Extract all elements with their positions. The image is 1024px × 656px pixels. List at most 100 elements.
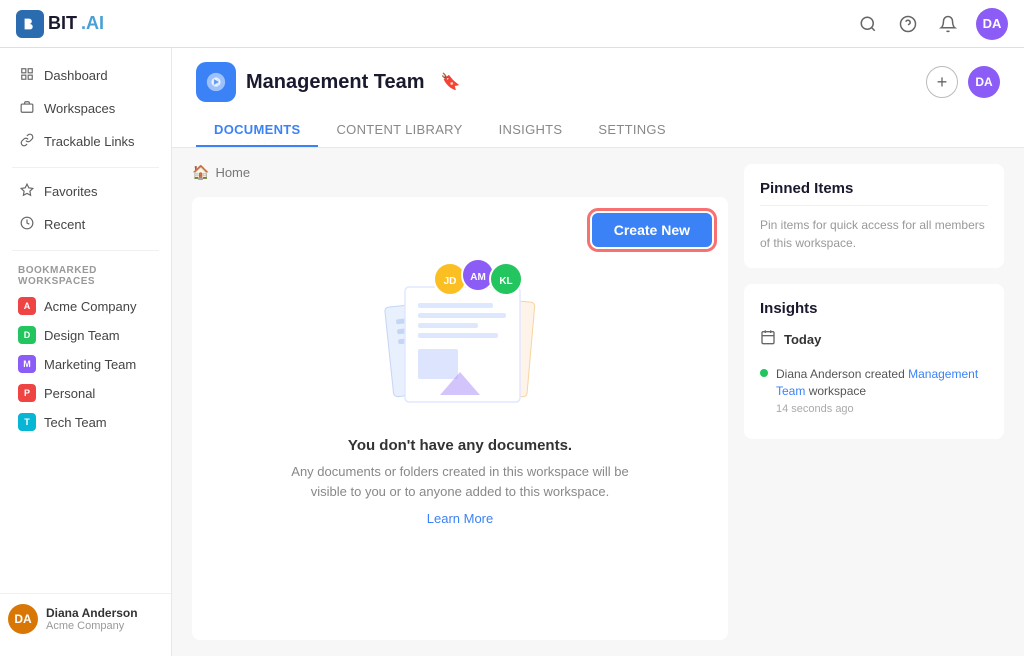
star-icon — [18, 183, 36, 200]
insights-today-section: Today — [760, 329, 988, 350]
acme-badge: A — [18, 297, 36, 315]
documents-main-card: Create New — [192, 197, 728, 640]
tabs: DOCUMENTS CONTENT LIBRARY INSIGHTS SETTI… — [196, 114, 1000, 147]
user-avatar-topbar[interactable]: DA — [976, 8, 1008, 40]
calendar-icon — [760, 329, 776, 350]
app-logo[interactable]: BIT.AI — [16, 10, 104, 38]
sidebar-dashboard-label: Dashboard — [44, 68, 108, 83]
logo-icon — [16, 10, 44, 38]
search-icon[interactable] — [856, 12, 880, 36]
bell-icon[interactable] — [936, 12, 960, 36]
marketing-label: Marketing Team — [44, 357, 136, 372]
sidebar-favorites-label: Favorites — [44, 184, 97, 199]
sidebar: Dashboard Workspaces Trackable Links — [0, 48, 172, 656]
right-panel: Pinned Items Pin items for quick access … — [744, 164, 1004, 640]
sidebar-user-info: Diana Anderson Acme Company — [46, 606, 138, 632]
sidebar-user-avatar: DA — [8, 604, 38, 634]
acme-label: Acme Company — [44, 299, 136, 314]
tab-documents[interactable]: DOCUMENTS — [196, 114, 318, 147]
link-icon — [18, 133, 36, 150]
home-icon: 🏠 — [192, 164, 209, 181]
sidebar-user-name: Diana Anderson — [46, 606, 138, 620]
learn-more-link[interactable]: Learn More — [427, 511, 493, 526]
breadcrumb: 🏠 Home — [192, 164, 728, 181]
pinned-empty-text: Pin items for quick access for all membe… — [760, 216, 988, 252]
pinned-items-card: Pinned Items Pin items for quick access … — [744, 164, 1004, 268]
content-area: Management Team 🔖 + DA DOCUMENTS CONTENT… — [172, 48, 1024, 656]
sidebar-workspaces-label: Workspaces — [44, 101, 115, 116]
activity-text: Diana Anderson created Management Team w… — [776, 366, 988, 417]
logo-ai-text: .AI — [81, 13, 104, 34]
design-badge: D — [18, 326, 36, 344]
breadcrumb-home-label: Home — [215, 165, 250, 180]
topbar: BIT.AI DA — [0, 0, 1024, 48]
page-body: 🏠 Home Create New — [172, 148, 1024, 656]
tab-settings[interactable]: SETTINGS — [580, 114, 683, 147]
pinned-divider — [760, 205, 988, 206]
documents-panel: 🏠 Home Create New — [192, 164, 728, 640]
briefcase-icon — [18, 100, 36, 117]
workspace-title-row: Management Team 🔖 + DA — [196, 62, 1000, 102]
activity-dot — [760, 369, 768, 377]
bookmarked-personal[interactable]: P Personal — [8, 379, 163, 407]
marketing-badge: M — [18, 355, 36, 373]
pinned-title: Pinned Items — [760, 180, 988, 197]
bookmarked-workspaces-list: A Acme Company D Design Team M Marketing… — [0, 291, 171, 437]
workspace-header-actions: + DA — [926, 66, 1000, 98]
svg-text:KL: KL — [499, 276, 512, 287]
personal-badge: P — [18, 384, 36, 402]
sidebar-nav: Dashboard Workspaces Trackable Links — [0, 60, 171, 159]
personal-label: Personal — [44, 386, 95, 401]
topbar-actions: DA — [856, 8, 1008, 40]
sidebar-item-favorites[interactable]: Favorites — [8, 176, 163, 207]
sidebar-item-trackable-links[interactable]: Trackable Links — [8, 126, 163, 157]
sidebar-footer[interactable]: DA Diana Anderson Acme Company — [0, 593, 171, 644]
bookmarked-section-label: BOOKMARKED WORKSPACES — [0, 259, 171, 291]
svg-text:AM: AM — [470, 272, 486, 283]
insights-today-label: Today — [784, 332, 821, 347]
insights-card: Insights Today Diana Anderson created Ma… — [744, 284, 1004, 439]
help-icon[interactable] — [896, 12, 920, 36]
workspace-bookmark-icon[interactable]: 🔖 — [441, 72, 461, 92]
activity-item-0: Diana Anderson created Management Team w… — [760, 360, 988, 423]
bookmarked-marketing[interactable]: M Marketing Team — [8, 350, 163, 378]
sidebar-user-company: Acme Company — [46, 620, 138, 632]
activity-suffix-text: workspace — [809, 384, 866, 398]
workspace-name: Management Team — [246, 71, 425, 94]
workspace-title-left: Management Team 🔖 — [196, 62, 461, 102]
add-member-button[interactable]: + — [926, 66, 958, 98]
activity-user: Diana Anderson — [776, 367, 861, 381]
activity-action: created — [865, 367, 908, 381]
sidebar-item-dashboard[interactable]: Dashboard — [8, 60, 163, 91]
clock-icon — [18, 216, 36, 233]
sidebar-recent-label: Recent — [44, 217, 85, 232]
workspace-header: Management Team 🔖 + DA DOCUMENTS CONTENT… — [172, 48, 1024, 148]
svg-text:JD: JD — [444, 276, 457, 287]
create-new-btn-area: Create New — [592, 213, 712, 247]
insights-title: Insights — [760, 300, 988, 317]
bookmarked-tech[interactable]: T Tech Team — [8, 408, 163, 436]
tech-label: Tech Team — [44, 415, 107, 430]
workspace-icon — [196, 62, 236, 102]
empty-title: You don't have any documents. — [348, 437, 572, 454]
empty-illustration: JD AM KL — [360, 257, 560, 417]
sidebar-secondary-nav: Favorites Recent — [0, 176, 171, 242]
empty-description: Any documents or folders created in this… — [290, 462, 630, 501]
create-new-button[interactable]: Create New — [592, 213, 712, 247]
bookmarked-design[interactable]: D Design Team — [8, 321, 163, 349]
tab-content-library[interactable]: CONTENT LIBRARY — [318, 114, 480, 147]
sidebar-trackable-label: Trackable Links — [44, 134, 135, 149]
sidebar-divider-1 — [12, 167, 159, 168]
bookmarked-acme[interactable]: A Acme Company — [8, 292, 163, 320]
sidebar-item-workspaces[interactable]: Workspaces — [8, 93, 163, 124]
workspace-user-avatar[interactable]: DA — [968, 66, 1000, 98]
sidebar-divider-2 — [12, 250, 159, 251]
tech-badge: T — [18, 413, 36, 431]
design-label: Design Team — [44, 328, 120, 343]
main-layout: Dashboard Workspaces Trackable Links — [0, 48, 1024, 656]
activity-time: 14 seconds ago — [776, 402, 988, 417]
sidebar-item-recent[interactable]: Recent — [8, 209, 163, 240]
tab-insights[interactable]: INSIGHTS — [481, 114, 581, 147]
logo-bit-text: BIT — [48, 13, 77, 34]
grid-icon — [18, 67, 36, 84]
